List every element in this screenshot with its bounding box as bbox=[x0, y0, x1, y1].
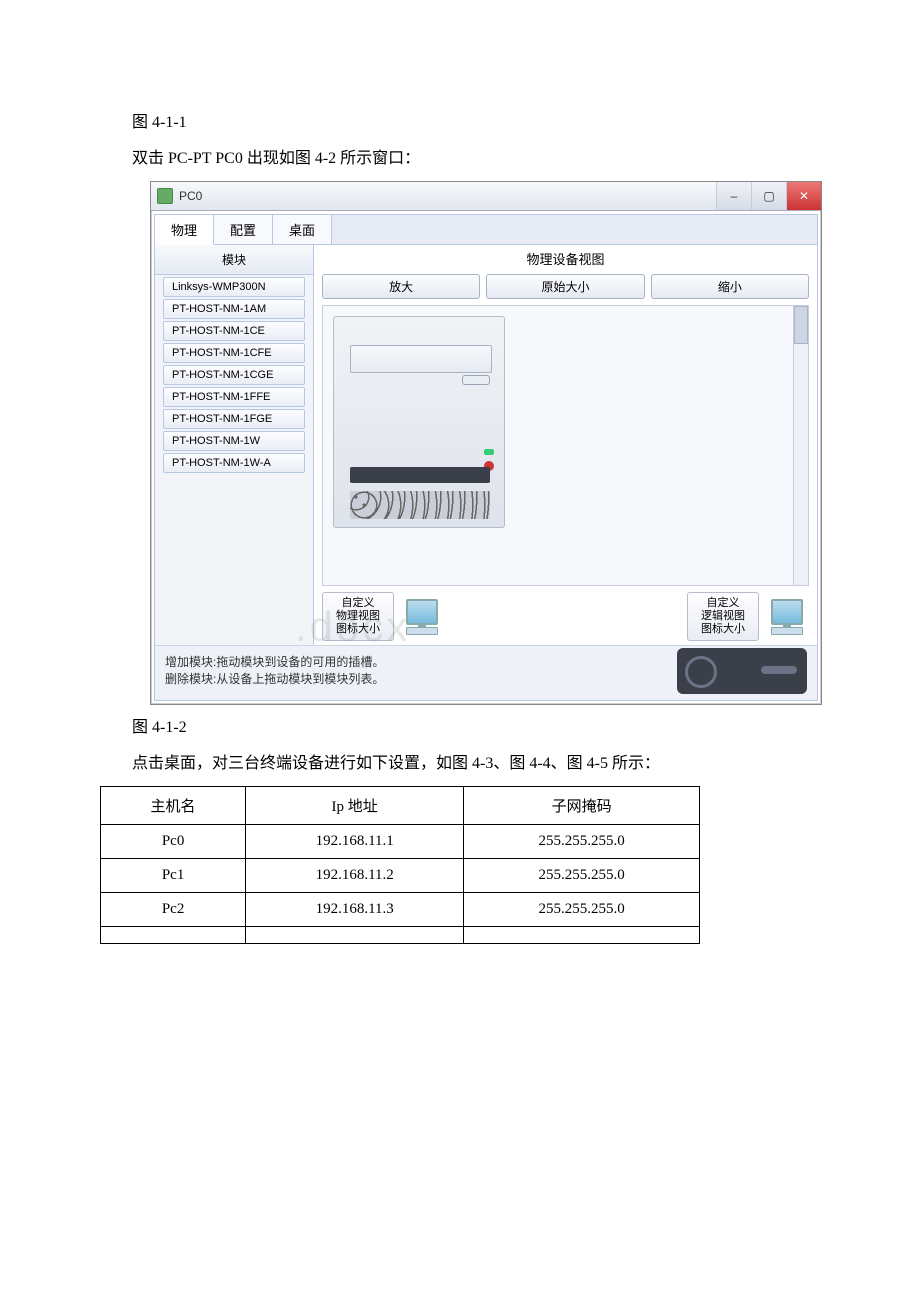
modules-list: Linksys-WMP300N PT-HOST-NM-1AM PT-HOST-N… bbox=[155, 275, 313, 645]
tab-content-physical: 模块 Linksys-WMP300N PT-HOST-NM-1AM PT-HOS… bbox=[155, 245, 817, 645]
zoom-original-button[interactable]: 原始大小 bbox=[486, 274, 644, 299]
cell-ip: 192.168.11.3 bbox=[246, 893, 464, 927]
tab-config[interactable]: 配置 bbox=[214, 215, 273, 244]
cell-host: Pc1 bbox=[101, 859, 246, 893]
module-item[interactable]: PT-HOST-NM-1FFE bbox=[163, 387, 305, 407]
pc-tower-graphic[interactable] bbox=[333, 316, 505, 528]
zoom-out-button[interactable]: 缩小 bbox=[651, 274, 809, 299]
cell-host bbox=[101, 927, 246, 944]
icon-size-row: 自定义 物理视图 图标大小 自定义 逻辑视图 图标大小 bbox=[314, 586, 817, 646]
figure-caption-412: 图 4-1-2 bbox=[100, 715, 820, 741]
table-row bbox=[101, 927, 700, 944]
custom-logical-block: 自定义 逻辑视图 图标大小 bbox=[687, 592, 809, 642]
table-row: Pc1 192.168.11.2 255.255.255.0 bbox=[101, 859, 700, 893]
ip-config-table: 主机名 Ip 地址 子网掩码 Pc0 192.168.11.1 255.255.… bbox=[100, 786, 700, 944]
pc-icon bbox=[765, 597, 809, 635]
minimize-button[interactable]: – bbox=[716, 182, 751, 210]
table-header-row: 主机名 Ip 地址 子网掩码 bbox=[101, 787, 700, 825]
custom-physical-button[interactable]: 自定义 物理视图 图标大小 bbox=[322, 592, 394, 642]
cell-mask: 255.255.255.0 bbox=[464, 859, 700, 893]
col-ip: Ip 地址 bbox=[246, 787, 464, 825]
modules-header: 模块 bbox=[155, 245, 313, 275]
module-item[interactable]: PT-HOST-NM-1CGE bbox=[163, 365, 305, 385]
window-body: 物理 配置 桌面 模块 Linksys-WMP300N PT-HOST-NM-1… bbox=[154, 214, 818, 701]
cell-host: Pc0 bbox=[101, 825, 246, 859]
intro-paragraph: 双击 PC-PT PC0 出现如图 4-2 所示窗口： bbox=[100, 146, 820, 172]
col-mask: 子网掩码 bbox=[464, 787, 700, 825]
hint-bar: 增加模块:拖动模块到设备的可用的插槽。 删除模块:从设备上拖动模块到模块列表。 bbox=[155, 645, 817, 700]
window-titlebar: PC0 – ▢ ✕ bbox=[151, 182, 821, 211]
module-item[interactable]: PT-HOST-NM-1W bbox=[163, 431, 305, 451]
module-item[interactable]: PT-HOST-NM-1CE bbox=[163, 321, 305, 341]
hint-del-line: 删除模块:从设备上拖动模块到模块列表。 bbox=[165, 671, 384, 688]
custom-physical-block: 自定义 物理视图 图标大小 bbox=[322, 592, 444, 642]
module-preview-graphic bbox=[677, 648, 807, 694]
vertical-scrollbar[interactable] bbox=[793, 306, 808, 584]
table-row: Pc0 192.168.11.1 255.255.255.0 bbox=[101, 825, 700, 859]
table-row: Pc2 192.168.11.3 255.255.255.0 bbox=[101, 893, 700, 927]
module-item[interactable]: PT-HOST-NM-1AM bbox=[163, 299, 305, 319]
scrollbar-thumb[interactable] bbox=[794, 306, 808, 344]
tab-physical[interactable]: 物理 bbox=[155, 215, 214, 245]
module-item[interactable]: PT-HOST-NM-1FGE bbox=[163, 409, 305, 429]
tab-bar: 物理 配置 桌面 bbox=[155, 215, 817, 245]
tab-desktop[interactable]: 桌面 bbox=[273, 215, 332, 244]
expansion-slot-icon bbox=[350, 467, 490, 483]
module-item[interactable]: PT-HOST-NM-1W-A bbox=[163, 453, 305, 473]
custom-logical-button[interactable]: 自定义 逻辑视图 图标大小 bbox=[687, 592, 759, 642]
window-title: PC0 bbox=[179, 189, 202, 203]
pc0-window: PC0 – ▢ ✕ 物理 配置 桌面 模块 Linksys-WMP300N PT… bbox=[150, 181, 822, 705]
pc-icon bbox=[400, 597, 444, 635]
app-icon bbox=[157, 188, 173, 204]
module-item[interactable]: PT-HOST-NM-1CFE bbox=[163, 343, 305, 363]
window-controls: – ▢ ✕ bbox=[716, 182, 821, 210]
cell-ip bbox=[246, 927, 464, 944]
eject-button-icon bbox=[462, 375, 490, 385]
front-grill-icon bbox=[350, 491, 490, 519]
hint-add-line: 增加模块:拖动模块到设备的可用的插槽。 bbox=[165, 654, 384, 671]
cell-ip: 192.168.11.1 bbox=[246, 825, 464, 859]
zoom-bar: 放大 原始大小 缩小 bbox=[314, 274, 817, 305]
cell-mask: 255.255.255.0 bbox=[464, 825, 700, 859]
cell-mask: 255.255.255.0 bbox=[464, 893, 700, 927]
device-view-panel: 物理设备视图 放大 原始大小 缩小 bbox=[314, 245, 817, 645]
cell-host: Pc2 bbox=[101, 893, 246, 927]
green-led-icon bbox=[484, 449, 494, 455]
cell-mask bbox=[464, 927, 700, 944]
zoom-in-button[interactable]: 放大 bbox=[322, 274, 480, 299]
maximize-button[interactable]: ▢ bbox=[751, 182, 786, 210]
cell-ip: 192.168.11.2 bbox=[246, 859, 464, 893]
device-area[interactable] bbox=[322, 305, 809, 585]
physical-view-title: 物理设备视图 bbox=[314, 245, 817, 274]
col-host: 主机名 bbox=[101, 787, 246, 825]
desc-paragraph: 点击桌面，对三台终端设备进行如下设置，如图 4-3、图 4-4、图 4-5 所示… bbox=[100, 751, 820, 777]
figure-caption-411: 图 4-1-1 bbox=[100, 110, 820, 136]
module-item[interactable]: Linksys-WMP300N bbox=[163, 277, 305, 297]
hint-text: 增加模块:拖动模块到设备的可用的插槽。 删除模块:从设备上拖动模块到模块列表。 bbox=[165, 654, 384, 688]
close-button[interactable]: ✕ bbox=[786, 182, 821, 210]
optical-drive-icon bbox=[350, 345, 492, 373]
modules-panel: 模块 Linksys-WMP300N PT-HOST-NM-1AM PT-HOS… bbox=[155, 245, 314, 645]
